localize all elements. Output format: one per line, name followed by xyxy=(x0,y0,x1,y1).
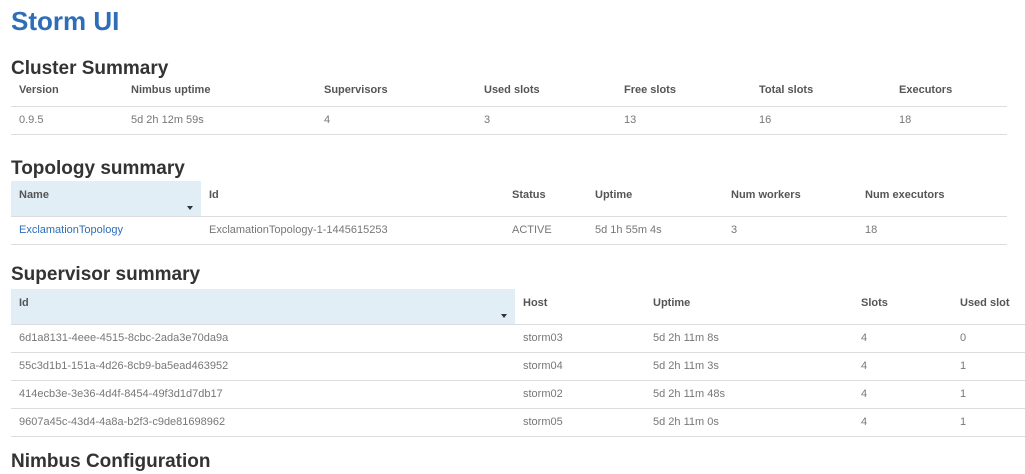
cell-num-workers: 3 xyxy=(723,216,857,245)
cell-used-slots: 3 xyxy=(476,106,616,135)
column-header[interactable]: Total slots xyxy=(751,84,891,107)
topology-summary-heading: Topology summary xyxy=(11,158,185,179)
cell-used-slots: 1 xyxy=(952,380,1025,409)
cluster-summary-table: Version Nimbus uptime Supervisors Used s… xyxy=(11,84,1007,135)
cell-used-slots: 1 xyxy=(952,352,1025,381)
column-header-label: Name xyxy=(19,189,49,201)
supervisor-summary-heading: Supervisor summary xyxy=(11,264,201,285)
column-header[interactable]: Version xyxy=(11,84,123,107)
cell-host: storm03 xyxy=(515,324,645,353)
cluster-summary-heading: Cluster Summary xyxy=(11,58,169,79)
cell-host: storm04 xyxy=(515,352,645,381)
nimbus-configuration-heading: Nimbus Configuration xyxy=(11,451,211,472)
cell-host: storm02 xyxy=(515,380,645,409)
column-header[interactable]: Used slots xyxy=(476,84,616,107)
cell-uptime: 5d 2h 11m 8s xyxy=(645,324,853,353)
cell-uptime: 5d 2h 11m 48s xyxy=(645,380,853,409)
column-header-id-sorted[interactable]: Id xyxy=(11,289,515,325)
cell-slots: 4 xyxy=(853,408,952,437)
cell-used-slots: 0 xyxy=(952,324,1025,353)
column-header[interactable]: Host xyxy=(515,289,645,325)
column-header[interactable]: Nimbus uptime xyxy=(123,84,316,107)
cell-host: storm05 xyxy=(515,408,645,437)
column-header[interactable]: Supervisors xyxy=(316,84,476,107)
column-header[interactable]: Used slot xyxy=(952,289,1025,325)
cell-slots: 4 xyxy=(853,380,952,409)
cell-supervisors: 4 xyxy=(316,106,476,135)
column-header[interactable]: Uptime xyxy=(587,181,723,217)
column-header[interactable]: Uptime xyxy=(645,289,853,325)
cell-supervisor-id: 55c3d1b1-151a-4d26-8cb9-ba5ead463952 xyxy=(11,352,515,381)
column-header[interactable]: Num executors xyxy=(857,181,1007,217)
topology-summary-table: Name Id Status Uptime Num workers Num ex… xyxy=(11,181,1007,245)
topology-link[interactable]: ExclamationTopology xyxy=(19,224,123,236)
sort-descending-icon xyxy=(187,205,193,210)
column-header-name-sorted[interactable]: Name xyxy=(11,181,201,217)
table-row: 414ecb3e-3e36-4d4f-8454-49f3d1d7db17 sto… xyxy=(11,380,1025,409)
cell-executors: 18 xyxy=(891,106,1007,135)
page-title: Storm UI xyxy=(11,6,120,36)
cell-supervisor-id: 414ecb3e-3e36-4d4f-8454-49f3d1d7db17 xyxy=(11,380,515,409)
column-header[interactable]: Num workers xyxy=(723,181,857,217)
column-header[interactable]: Status xyxy=(504,181,587,217)
table-row: 0.9.5 5d 2h 12m 59s 4 3 13 16 18 xyxy=(11,106,1007,135)
table-header-row: Name Id Status Uptime Num workers Num ex… xyxy=(11,181,1007,217)
cell-slots: 4 xyxy=(853,352,952,381)
supervisor-summary-table: Id Host Uptime Slots Used slot 6d1a8131-… xyxy=(11,289,1025,437)
column-header-label: Id xyxy=(19,297,29,309)
table-header-row: Id Host Uptime Slots Used slot xyxy=(11,289,1025,325)
cell-status: ACTIVE xyxy=(504,216,587,245)
table-row: 55c3d1b1-151a-4d26-8cb9-ba5ead463952 sto… xyxy=(11,352,1025,381)
cell-slots: 4 xyxy=(853,324,952,353)
sort-descending-icon xyxy=(501,313,507,318)
table-row: ExclamationTopology ExclamationTopology-… xyxy=(11,216,1007,245)
cell-supervisor-id: 6d1a8131-4eee-4515-8cbc-2ada3e70da9a xyxy=(11,324,515,353)
column-header[interactable]: Executors xyxy=(891,84,1007,107)
cell-uptime: 5d 2h 11m 3s xyxy=(645,352,853,381)
cell-id: ExclamationTopology-1-1445615253 xyxy=(201,216,504,245)
cell-uptime: 5d 2h 11m 0s xyxy=(645,408,853,437)
table-row: 9607a45c-43d4-4a8a-b2f3-c9de81698962 sto… xyxy=(11,408,1025,437)
column-header[interactable]: Free slots xyxy=(616,84,751,107)
cell-uptime: 5d 1h 55m 4s xyxy=(587,216,723,245)
table-header-row: Version Nimbus uptime Supervisors Used s… xyxy=(11,84,1007,107)
cell-nimbus-uptime: 5d 2h 12m 59s xyxy=(123,106,316,135)
cell-used-slots: 1 xyxy=(952,408,1025,437)
cell-total-slots: 16 xyxy=(751,106,891,135)
cell-version: 0.9.5 xyxy=(11,106,123,135)
column-header[interactable]: Slots xyxy=(853,289,952,325)
table-row: 6d1a8131-4eee-4515-8cbc-2ada3e70da9a sto… xyxy=(11,324,1025,353)
cell-supervisor-id: 9607a45c-43d4-4a8a-b2f3-c9de81698962 xyxy=(11,408,515,437)
cell-free-slots: 13 xyxy=(616,106,751,135)
column-header[interactable]: Id xyxy=(201,181,504,217)
cell-name: ExclamationTopology xyxy=(11,216,201,245)
cell-num-executors: 18 xyxy=(857,216,1007,245)
